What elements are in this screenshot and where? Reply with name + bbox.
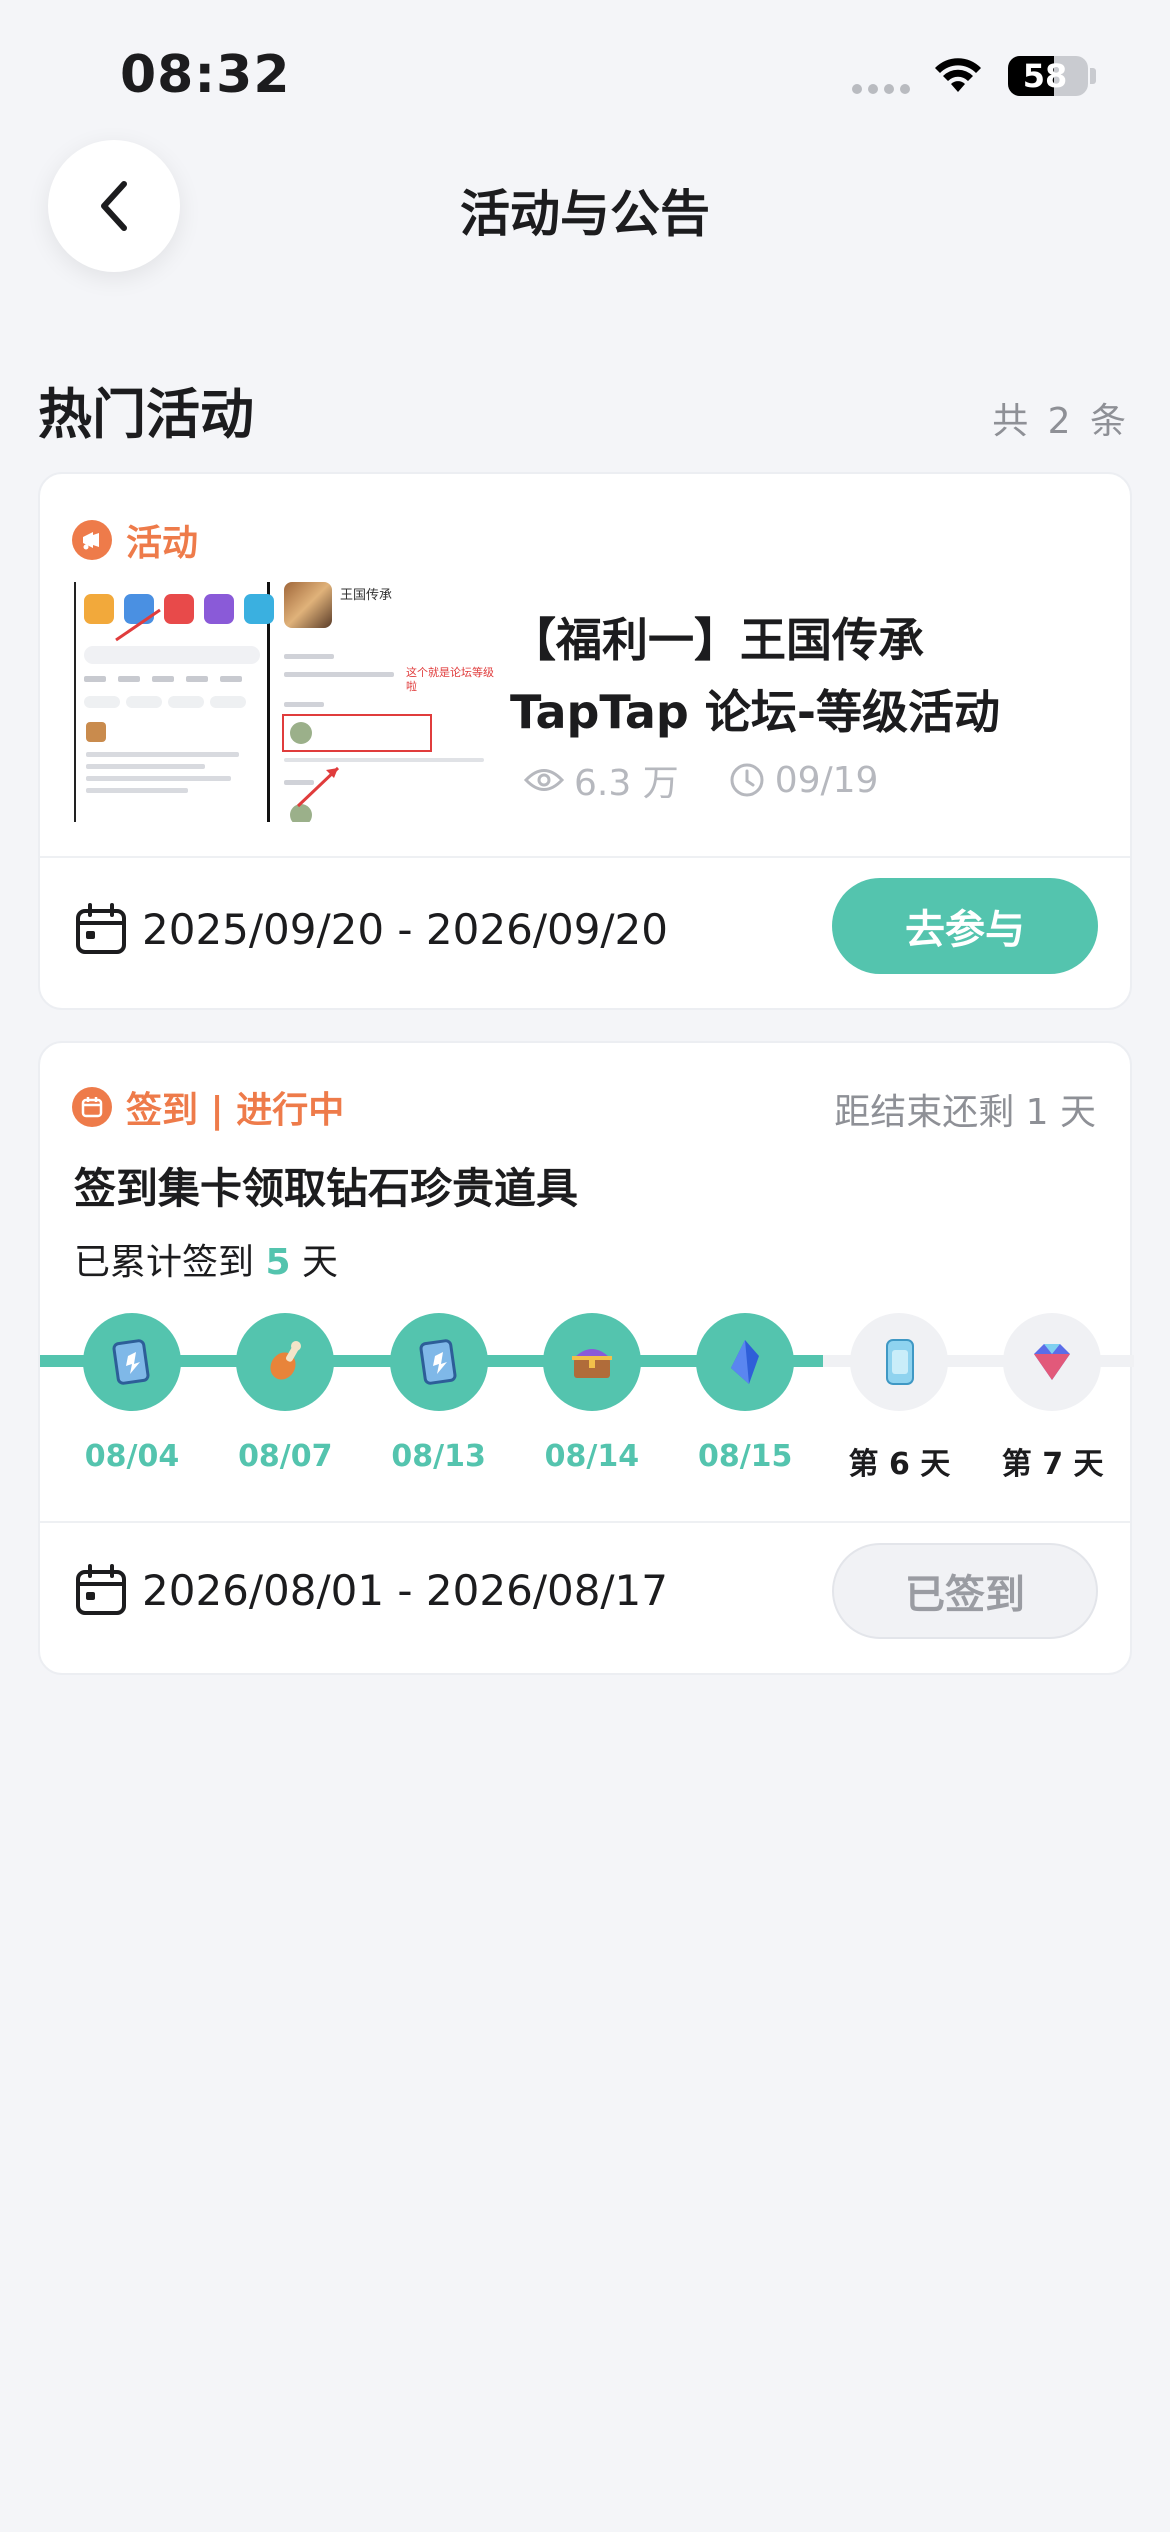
signin-day: 08/04 [82, 1313, 182, 1474]
page-title: 活动与公告 [460, 185, 710, 243]
signin-day-label: 08/13 [391, 1439, 486, 1474]
signin-card: 签到 | 进行中 距结束还剩 1 天 签到集卡领取钻石珍贵道具 已累计签到 5 … [38, 1041, 1134, 1675]
calendar-badge-icon [72, 1087, 112, 1127]
signin-day: 08/14 [542, 1313, 642, 1474]
join-button[interactable]: 去参与 [832, 878, 1098, 974]
signin-day: 第 7 天 [1001, 1313, 1104, 1483]
diamond-icon [1002, 1313, 1101, 1411]
signin-day-label: 08/04 [84, 1439, 180, 1474]
activity-tag: 活动 [72, 514, 198, 566]
eye-icon [524, 769, 564, 791]
signin-progress: 已累计签到 5 天 [74, 1233, 338, 1285]
signin-day: 08/15 [695, 1313, 795, 1474]
activity-thumbnail[interactable]: 王国传承 这个就是论坛等级啦 [74, 582, 494, 822]
treasure-chest-icon [542, 1313, 641, 1411]
signin-day-label: 第 7 天 [1001, 1447, 1104, 1482]
card-reward-icon [83, 1313, 181, 1411]
signin-period: 2026/08/01 - 2026/08/17 [74, 1563, 668, 1617]
activity-tag-label: 活动 [126, 523, 199, 564]
activity-views: 6.3 万 [574, 763, 679, 804]
progress-count: 5 [265, 1242, 291, 1283]
signin-day-label: 08/07 [238, 1439, 333, 1474]
signin-period-text: 2026/08/01 - 2026/08/17 [142, 1565, 669, 1615]
signin-title: 签到集卡领取钻石珍贵道具 [74, 1164, 579, 1213]
megaphone-icon [72, 520, 112, 560]
status-bar: 08:32 58 [0, 0, 1170, 140]
card-reward-icon [389, 1313, 488, 1411]
activities-page: 08:32 58 活动与公告 热门活动 共 2 条 活动 王国传承 这个就是论坛… [0, 0, 1170, 2532]
activity-title[interactable]: 【福利一】王国传承 TapTap 论坛-等级活动 [510, 604, 1110, 748]
signin-day: 08/13 [389, 1313, 489, 1474]
wifi-icon [935, 58, 981, 92]
signin-day-label: 第 6 天 [848, 1447, 951, 1482]
calendar-icon [76, 1564, 126, 1615]
signed-in-button[interactable]: 已签到 [832, 1543, 1098, 1639]
section-title: 热门活动 [38, 383, 254, 446]
clock-icon [730, 763, 764, 797]
activity-card[interactable]: 活动 王国传承 这个就是论坛等级啦 【福利一】王国传承 TapTap 论坛-等级… [38, 472, 1132, 1010]
activity-date: 09/19 [774, 759, 879, 801]
status-time: 08:32 [120, 45, 291, 105]
blue-crystal-icon [696, 1313, 795, 1411]
meat-reward-icon [236, 1313, 335, 1411]
signin-day: 第 6 天 [848, 1313, 951, 1483]
signin-day-label: 08/15 [697, 1439, 793, 1474]
battery-icon: 58 [1008, 56, 1088, 96]
signin-tag: 签到 | 进行中 [72, 1081, 344, 1133]
battery-level: 58 [1022, 57, 1068, 95]
remaining-time: 距结束还剩 1 天 [834, 1092, 1096, 1133]
progress-suffix: 天 [290, 1242, 338, 1283]
activity-meta: 6.3 万 09/19 [524, 754, 928, 806]
activity-period: 2025/09/20 - 2026/09/20 [74, 902, 668, 956]
activity-period-text: 2025/09/20 - 2026/09/20 [142, 904, 669, 954]
card-pack-icon [849, 1313, 948, 1411]
progress-prefix: 已累计签到 [74, 1242, 266, 1283]
signin-day-label: 08/14 [544, 1439, 640, 1474]
signin-tag-label: 签到 | 进行中 [126, 1090, 345, 1131]
calendar-icon [76, 903, 126, 954]
signin-day: 08/07 [235, 1313, 335, 1474]
section-count: 共 2 条 [992, 401, 1130, 442]
cellular-signal-icon [852, 84, 910, 94]
